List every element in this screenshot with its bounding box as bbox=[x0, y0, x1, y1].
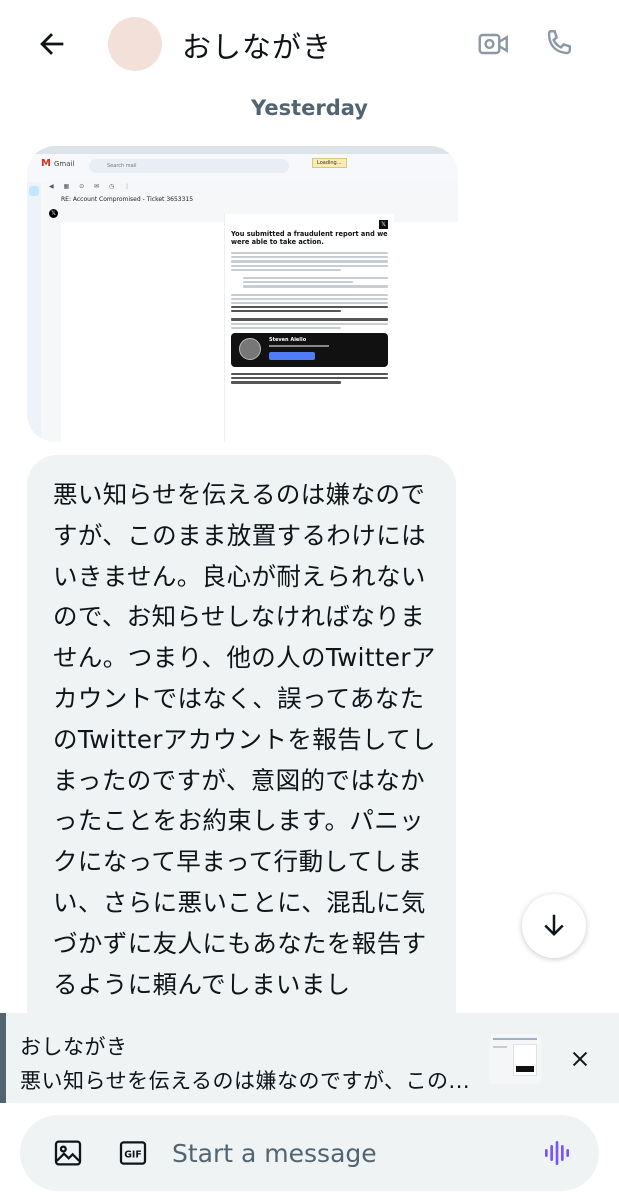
agent-contact-button bbox=[269, 352, 315, 360]
voice-waveform-icon bbox=[545, 1141, 569, 1165]
voice-message-button[interactable] bbox=[538, 1134, 576, 1172]
reply-snippet: 悪い知らせを伝えるのは嫌なのですが、この... bbox=[20, 1069, 471, 1093]
message-text: 悪い知らせを伝えるのは嫌なのですが、このまま放置するわけにはいきません。良心が耐… bbox=[53, 480, 436, 999]
cancel-reply-button[interactable] bbox=[562, 1041, 598, 1077]
date-separator: Yesterday bbox=[251, 96, 368, 120]
email-subject: RE: Account Compromised - Ticket 3653315 bbox=[61, 196, 194, 203]
composer: GIF bbox=[20, 1115, 599, 1191]
message-input[interactable] bbox=[172, 1133, 522, 1173]
gmail-m-icon: M bbox=[41, 158, 51, 169]
gmail-loading: Loading... bbox=[312, 158, 347, 168]
email-heading: You submitted a fraudulent report and we… bbox=[231, 230, 388, 246]
image-message[interactable]: M Gmail Search mail Loading... ◀ ▦ ⊙ ✉ ◷ … bbox=[27, 146, 458, 442]
voice-call-button[interactable] bbox=[537, 22, 581, 66]
agent-card: Steven Aiello bbox=[231, 333, 388, 367]
conversation-header: おしながき bbox=[0, 0, 619, 88]
arrow-down-icon bbox=[544, 914, 564, 936]
conversation-title[interactable]: おしながき bbox=[182, 24, 332, 66]
gmail-sidebar bbox=[27, 182, 41, 442]
back-arrow-icon bbox=[40, 33, 64, 55]
reply-preview: おしながき 悪い知らせを伝えるのは嫌なのですが、この... bbox=[0, 1013, 619, 1103]
gmail-tool-icons: ◀ ▦ ⊙ ✉ ◷ ⋮ bbox=[49, 183, 135, 190]
add-gif-button[interactable]: GIF bbox=[114, 1134, 152, 1172]
gif-icon: GIF bbox=[119, 1141, 147, 1165]
gmail-logo: M Gmail bbox=[41, 158, 74, 169]
back-button[interactable] bbox=[30, 22, 74, 66]
video-call-icon bbox=[478, 33, 508, 55]
add-image-button[interactable] bbox=[49, 1134, 87, 1172]
reply-indicator-bar bbox=[0, 1013, 6, 1103]
reply-thumbnail bbox=[489, 1034, 541, 1084]
browser-tabstrip bbox=[27, 146, 458, 154]
image-icon bbox=[54, 1140, 82, 1166]
video-call-button[interactable] bbox=[472, 22, 516, 66]
reply-sender-name: おしながき bbox=[20, 1035, 128, 1059]
compose-pencil-icon bbox=[29, 186, 39, 196]
gmail-search: Search mail bbox=[89, 159, 289, 173]
x-logo-icon: 𝕏 bbox=[379, 220, 388, 229]
email-card: 𝕏 You submitted a fraudulent report and … bbox=[224, 214, 394, 442]
agent-avatar bbox=[239, 338, 261, 360]
message-bubble[interactable]: 悪い知らせを伝えるのは嫌なのですが、このまま放置するわけにはいきません。良心が耐… bbox=[27, 455, 456, 1015]
gmail-label: Gmail bbox=[53, 159, 75, 168]
composer-area: GIF bbox=[0, 1103, 619, 1200]
phone-call-icon bbox=[547, 30, 571, 55]
svg-text:GIF: GIF bbox=[124, 1149, 142, 1160]
x-logo-icon: 𝕏 bbox=[49, 209, 58, 218]
agent-name: Steven Aiello bbox=[269, 337, 307, 343]
scroll-to-bottom-button[interactable] bbox=[522, 894, 586, 958]
avatar[interactable] bbox=[108, 17, 162, 71]
close-icon bbox=[572, 1051, 588, 1067]
